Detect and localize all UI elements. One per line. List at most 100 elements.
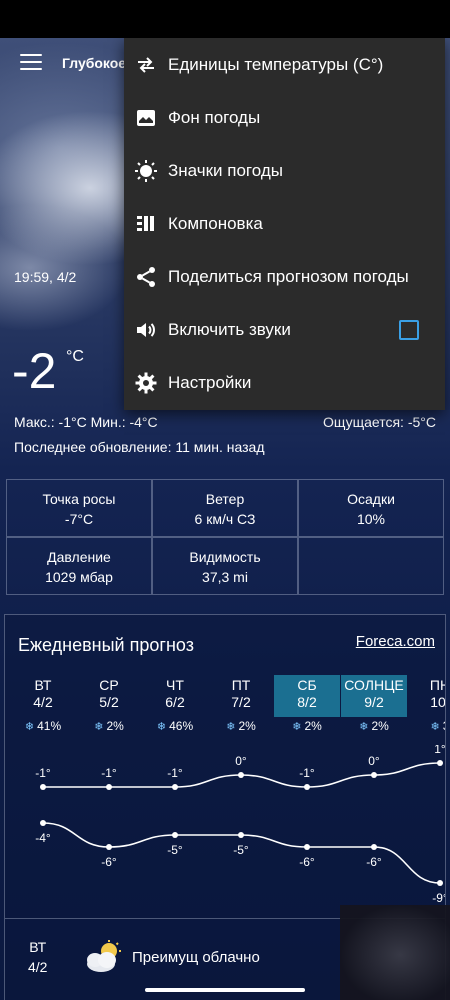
max-temp-point — [371, 772, 377, 778]
detail-value: 37,3 mi — [202, 569, 248, 585]
snow-icon: ❄ — [226, 721, 236, 733]
max-temp-label: -1° — [101, 766, 117, 780]
forecast-day-date: 10/ — [430, 694, 446, 710]
detail-value: 6 км/ч СЗ — [194, 511, 256, 527]
menu-item-label: Компоновка — [168, 214, 263, 233]
detail-label: Осадки — [347, 491, 395, 507]
home-indicator[interactable] — [145, 988, 305, 992]
sounds-checkbox[interactable] — [399, 320, 419, 340]
min-temp-label: -9° — [432, 891, 446, 905]
min-temp-label: -6° — [299, 855, 315, 869]
detail-label: Видимость — [189, 549, 261, 565]
detail-precipitation: Осадки 10% — [298, 479, 444, 537]
forecast-day[interactable]: СБ 8/2 — [274, 675, 340, 717]
detail-visibility: Видимость 37,3 mi — [152, 537, 298, 595]
forecast-day-name: СР — [99, 677, 119, 693]
menu-item-layout[interactable]: Компоновка — [124, 197, 445, 250]
max-temp-point — [40, 784, 46, 790]
menu-item-weather-background[interactable]: Фон погоды — [124, 91, 445, 144]
min-temp-point — [437, 880, 443, 886]
max-temp-label: -1° — [299, 766, 315, 780]
forecast-day[interactable]: ПТ 7/2 — [208, 675, 274, 717]
max-temp-label: 1° — [434, 745, 446, 756]
detail-value: 1029 мбар — [45, 569, 113, 585]
forecast-row-condition: Преимущ облачно — [132, 949, 260, 966]
forecast-day-name: ВТ — [34, 677, 52, 693]
max-temp-label: -1° — [35, 766, 51, 780]
current-datetime: 19:59, 4/2 — [14, 269, 77, 285]
swap-arrows-icon — [138, 57, 154, 73]
temperature-graph: -1° -1° -1° 0° -1° 0° 1° -4° -6° -5° -5° -6° -6° -9° — [35, 745, 446, 905]
menu-item-label: Настройки — [168, 373, 252, 392]
forecast-day[interactable]: ПН10/ — [407, 675, 446, 717]
forecast-row-dayname: ВТ — [29, 939, 47, 955]
max-temp-point — [172, 784, 178, 790]
forecast-day-name: СОЛНЦЕ — [344, 677, 404, 693]
menu-item-label: Фон погоды — [168, 108, 261, 127]
forecast-day[interactable]: СР 5/2 — [76, 675, 142, 717]
forecast-day-name: ПТ — [231, 677, 251, 693]
snow-icon: ❄ — [24, 721, 35, 733]
menu-item-temperature-units[interactable]: Единицы температуры (C°) — [124, 38, 445, 91]
forecast-day[interactable]: СОЛНЦЕ 9/2 — [341, 675, 407, 717]
menu-item-share[interactable]: Поделиться прогнозом погоды — [124, 250, 445, 303]
forecast-precip-value: 41% — [37, 719, 62, 733]
forecast-days: ВТ 4/2 ❄ 41% СР 5/2 ❄ 2% ЧТ 6/2 ❄ 46% ПТ 7/2 ❄ 2% СБ 8/2 ❄… — [5, 675, 446, 735]
detail-label: Давление — [47, 549, 111, 565]
min-temp-point — [304, 844, 310, 850]
shadow-overlay — [340, 905, 450, 1000]
gear-icon — [135, 372, 157, 394]
min-temp-point — [238, 832, 244, 838]
detail-pressure: Давление 1029 мбар — [6, 537, 152, 595]
forecast-precip-value: 2% — [371, 719, 389, 733]
forecast-row-day[interactable]: ВТ 4/2 — [28, 937, 47, 977]
snow-icon: ❄ — [359, 721, 369, 733]
menu-item-settings[interactable]: Настройки — [124, 356, 445, 409]
foreca-link[interactable]: Foreca.com — [356, 633, 435, 650]
max-min-temperature: Макс.: -1°C Мин.: -4°C — [14, 414, 158, 430]
max-temp-point — [304, 784, 310, 790]
last-updated: Последнее обновление: 11 мин. назад — [14, 439, 265, 455]
snow-icon: ❄ — [156, 721, 167, 733]
forecast-precip: ❄ 2% — [274, 719, 340, 733]
details-grid: Точка росы -7°C Ветер 6 км/ч СЗ Осадки 1… — [6, 479, 444, 597]
detail-dew-point: Точка росы -7°C — [6, 479, 152, 537]
forecast-day-date: 6/2 — [165, 694, 185, 710]
location-title[interactable]: Глубокое — [62, 55, 126, 71]
menu-item-sounds[interactable]: Включить звуки — [124, 303, 445, 356]
forecast-precip-value: 2% — [238, 719, 256, 733]
forecast-day[interactable]: ВТ 4/2 — [10, 675, 76, 717]
forecast-day[interactable]: ЧТ 6/2 — [142, 675, 208, 717]
menu-item-label: Значки погоды — [168, 161, 283, 180]
snow-icon: ❄ — [292, 721, 302, 733]
min-temp-label: -5° — [233, 843, 249, 857]
forecast-precip: ❄ 2% — [341, 719, 407, 733]
max-temp-point — [106, 784, 112, 790]
current-temperature: -2 — [12, 343, 57, 399]
forecast-precip-value: 2% — [106, 719, 124, 733]
menu-item-label: Единицы температуры (C°) — [168, 55, 384, 74]
min-temp-label: -6° — [101, 855, 117, 869]
forecast-day-name: СБ — [297, 677, 317, 693]
menu-item-label: Включить звуки — [168, 320, 291, 339]
min-temp-point — [371, 844, 377, 850]
max-temp-point — [238, 772, 244, 778]
temperature-unit: °C — [66, 348, 84, 365]
forecast-day-name: ЧТ — [166, 677, 184, 693]
share-icon — [137, 267, 155, 287]
image-icon — [137, 110, 155, 126]
min-temp-point — [106, 844, 112, 850]
menu-item-weather-icons[interactable]: Значки погоды — [124, 144, 445, 197]
feels-like: Ощущается: -5°C — [323, 414, 436, 430]
forecast-precip: ❄ 41% — [10, 719, 76, 733]
forecast-day-date: 5/2 — [99, 694, 119, 710]
detail-wind: Ветер 6 км/ч СЗ — [152, 479, 298, 537]
forecast-precip-value: 46% — [169, 719, 194, 733]
forecast-row-date: 4/2 — [28, 959, 48, 975]
forecast-precip: ❄3 — [407, 719, 445, 733]
hamburger-menu-icon[interactable] — [20, 54, 42, 72]
max-temp-label: -1° — [167, 766, 183, 780]
forecast-precip: ❄ 46% — [142, 719, 208, 733]
forecast-day-date: 4/2 — [33, 694, 53, 710]
forecast-day-date: 8/2 — [297, 694, 317, 710]
